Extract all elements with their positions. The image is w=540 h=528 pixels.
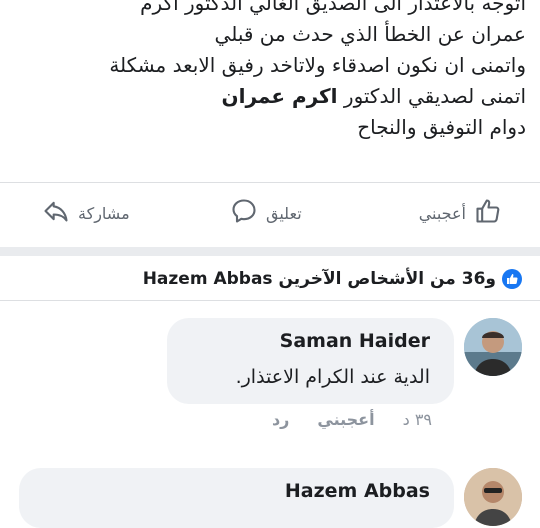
comment-label: تعليق [266,203,302,223]
like-label: أعجبني [418,203,466,223]
comment-author[interactable]: Saman Haider [280,330,430,352]
comment-time[interactable]: ٣٩ د [403,410,432,429]
reactions-text: و36 من الأشخاص الآخرين Hazem Abbas [142,269,496,289]
share-label: مشاركة [78,203,130,223]
avatar[interactable] [464,318,522,376]
comment-author[interactable]: Hazem Abbas [285,480,430,502]
mentioned-name[interactable]: اكرم عمران [222,84,338,108]
comment-bubble: Hazem Abbas [19,468,454,528]
comment-button[interactable]: تعليق [230,190,302,236]
like-badge-icon [502,269,522,289]
post-line: اتوجه بالاعتذار الى الصديق الغالي الدكتو… [140,0,526,15]
post-line: عمران عن الخطأ الذي حدث من قبلي [214,22,526,46]
post-line: دوام التوفيق والنجاح [357,115,526,139]
post-body: اتوجه بالاعتذار الى الصديق الغالي الدكتو… [14,0,526,143]
post-line: اتمنى لصديقي الدكتور اكرم عمران [14,81,526,112]
action-bar: أعجبني تعليق مشاركة [0,190,540,236]
comment-meta: ٣٩ د أعجبني رد [272,410,432,429]
comment-bubble: Saman Haider الدية عند الكرام الاعتذار. [167,318,454,404]
share-icon [42,197,70,229]
section-separator [0,247,540,256]
avatar[interactable] [464,468,522,526]
post-line-text: اتمنى لصديقي الدكتور [337,84,526,108]
share-button[interactable]: مشاركة [42,190,130,236]
comment-text: الدية عند الكرام الاعتذار. [235,366,430,388]
comment-reply-button[interactable]: رد [272,410,289,429]
divider [0,182,540,183]
like-icon [474,197,502,229]
like-button[interactable]: أعجبني [419,190,502,236]
reactions-summary[interactable]: و36 من الأشخاص الآخرين Hazem Abbas [143,262,522,296]
post-line: واتمنى ان نكون اصدقاء ولاتاخد رفيق الابع… [109,53,526,77]
comment-icon [230,197,258,229]
divider [0,300,540,301]
comment-like-button[interactable]: أعجبني [317,410,374,429]
